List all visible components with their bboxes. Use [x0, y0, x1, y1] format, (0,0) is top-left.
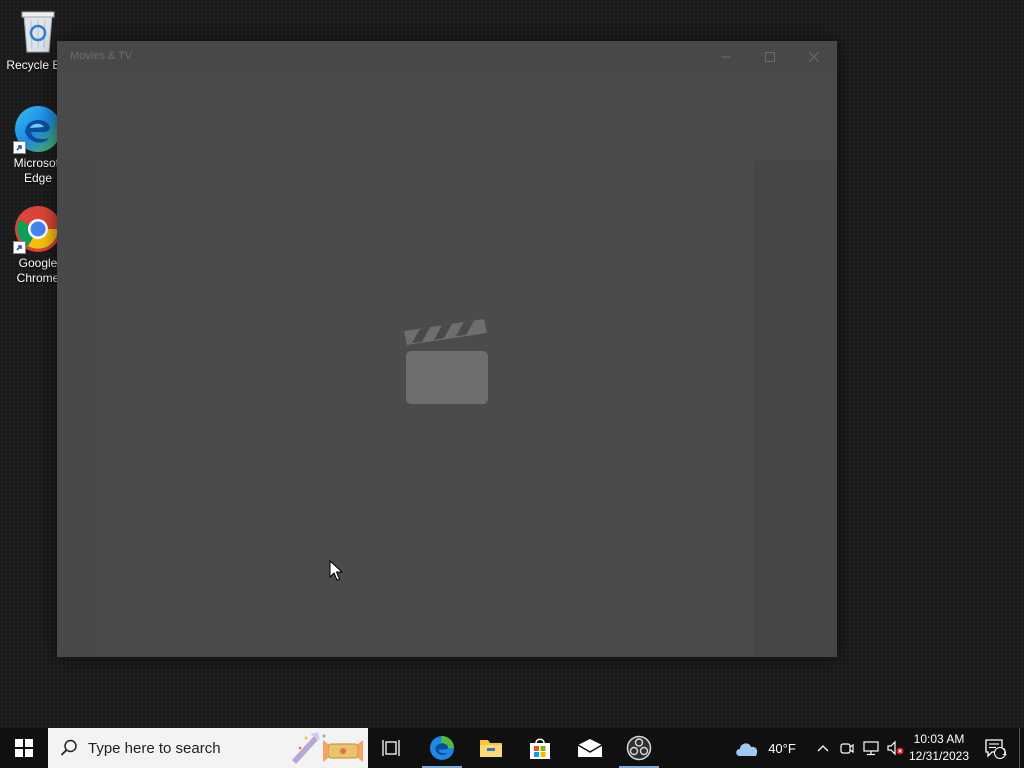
- action-center-button[interactable]: 1: [978, 728, 1012, 768]
- chevron-up-icon: [817, 745, 829, 752]
- shortcut-arrow-icon: [13, 141, 26, 154]
- store-icon: [530, 738, 550, 759]
- show-hidden-icons-button[interactable]: [812, 728, 834, 768]
- clock-date: 12/31/2023: [908, 749, 970, 763]
- taskbar-file-explorer[interactable]: [467, 728, 515, 768]
- tray-network[interactable]: [860, 728, 882, 768]
- taskbar-store[interactable]: [516, 728, 564, 768]
- window-title: Movies & TV: [70, 50, 133, 62]
- show-desktop-button[interactable]: [1019, 728, 1024, 768]
- new-year-decoration-icon: [292, 732, 363, 764]
- clock-time: 10:03 AM: [913, 732, 965, 746]
- taskbar-clock[interactable]: 10:03 AM 12/31/2023: [906, 731, 972, 765]
- edge-icon: [13, 104, 63, 154]
- app-header-placeholder: [57, 73, 837, 161]
- taskbar-mail[interactable]: [566, 728, 614, 768]
- search-placeholder: Type here to search: [88, 740, 221, 757]
- file-explorer-icon: [480, 740, 502, 757]
- recycle-bin-icon: [13, 6, 63, 56]
- taskbar: Type here to search 40°F 10:03 AM 12/31/…: [0, 728, 1024, 768]
- mail-icon: [577, 739, 603, 757]
- search-icon: [60, 739, 77, 756]
- taskbar-search[interactable]: Type here to search: [48, 728, 368, 768]
- tray-volume[interactable]: [884, 728, 906, 768]
- weather-widget[interactable]: 40°F: [728, 728, 802, 768]
- cloud-icon: [736, 743, 758, 756]
- volume-muted-icon: [887, 740, 904, 756]
- maximize-button[interactable]: [747, 41, 793, 73]
- taskbar-edge[interactable]: [418, 728, 466, 768]
- title-bar[interactable]: Movies & TV: [57, 41, 837, 73]
- start-button[interactable]: [0, 728, 48, 768]
- camera-icon: [840, 743, 854, 754]
- obs-icon: [626, 735, 652, 761]
- task-view-icon: [382, 740, 400, 756]
- close-button[interactable]: [791, 41, 837, 73]
- clapperboard-icon: [402, 317, 492, 417]
- chrome-icon: [13, 204, 63, 254]
- minimize-icon: [721, 56, 731, 58]
- task-view-button[interactable]: [368, 728, 416, 768]
- close-icon: [808, 51, 820, 63]
- shortcut-arrow-icon: [13, 241, 26, 254]
- tray-meet-now[interactable]: [836, 728, 858, 768]
- maximize-icon: [765, 52, 775, 62]
- windows-logo-icon: [15, 739, 33, 757]
- mouse-cursor: [329, 559, 344, 587]
- network-icon: [863, 741, 879, 756]
- minimize-button[interactable]: [703, 41, 749, 73]
- taskbar-obs[interactable]: [615, 728, 663, 768]
- notification-count: 1: [1001, 747, 1007, 757]
- side-panel: [753, 161, 837, 657]
- movies-tv-window[interactable]: Movies & TV: [57, 41, 837, 657]
- edge-icon: [430, 736, 454, 760]
- weather-temp: 40°F: [768, 740, 796, 756]
